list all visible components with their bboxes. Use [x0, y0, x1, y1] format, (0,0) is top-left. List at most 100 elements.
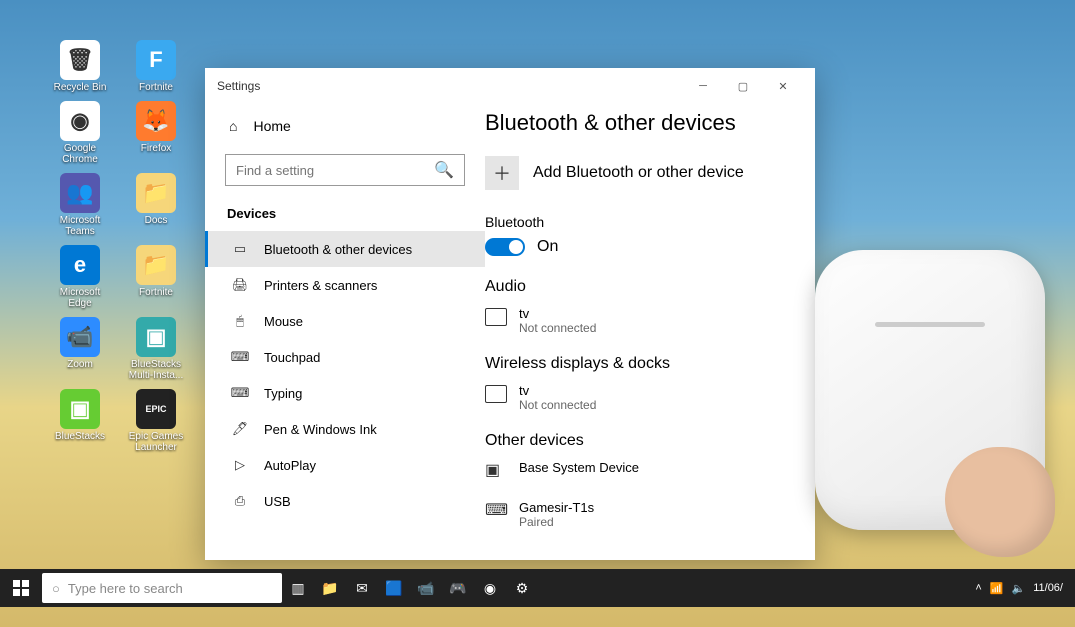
icon-label: Epic Games Launcher — [126, 431, 186, 453]
monitor-icon — [485, 308, 507, 326]
nav-label: Pen & Windows Ink — [264, 422, 377, 437]
device-name: tv — [519, 306, 596, 321]
audio-device-row[interactable]: tv Not connected — [485, 306, 805, 335]
app-icon: ▣ — [136, 317, 176, 357]
bluetooth-heading: Bluetooth — [485, 214, 805, 230]
taskbar-app-icon[interactable]: ✉ — [346, 569, 378, 607]
icon-label: Fortnite — [139, 82, 173, 93]
icon-label: BlueStacks — [55, 431, 105, 442]
nav-item-autoplay[interactable]: ▷AutoPlay — [205, 447, 485, 483]
taskbar-app-icon[interactable]: 📁 — [314, 569, 346, 607]
nav-icon: ▷ — [232, 457, 248, 473]
device-icon: ⌨ — [485, 500, 507, 520]
nav-icon: 🖱 — [232, 313, 248, 329]
icon-label: BlueStacks Multi-Insta... — [126, 359, 186, 381]
app-icon: 👥 — [60, 173, 100, 213]
add-device-button[interactable]: ＋ Add Bluetooth or other device — [485, 156, 805, 190]
app-icon: 🦊 — [136, 101, 176, 141]
desktop-icon[interactable]: 🦊Firefox — [126, 101, 186, 165]
nav-item-typing[interactable]: ⌨ Typing — [205, 375, 485, 411]
device-name: tv — [519, 383, 596, 398]
taskbar-app-icon[interactable]: 🎮 — [442, 569, 474, 607]
nav-icon: ▭ — [232, 241, 248, 257]
wifi-icon[interactable]: 📶 — [990, 582, 1004, 595]
nav-label: Printers & scanners — [264, 278, 377, 293]
device-status: Paired — [519, 515, 594, 529]
icon-label: Zoom — [67, 359, 93, 370]
settings-search[interactable]: 🔍 — [225, 154, 465, 186]
app-icon: 📁 — [136, 173, 176, 213]
bluetooth-toggle[interactable] — [485, 238, 525, 256]
device-status: Not connected — [519, 398, 596, 412]
nav-icon: 🖊 — [232, 421, 248, 437]
icon-label: Recycle Bin — [54, 82, 107, 93]
desktop-icon[interactable]: EPICEpic Games Launcher — [126, 389, 186, 453]
nav-section-title: Devices — [205, 198, 485, 231]
task-view-button[interactable]: ▥ — [282, 569, 314, 607]
desktop-icon[interactable]: 📁 Docs — [126, 173, 186, 237]
wireless-device-row[interactable]: tv Not connected — [485, 383, 805, 412]
app-icon: F — [136, 40, 176, 80]
other-device-row[interactable]: ⌨Gamesir-T1sPaired — [485, 500, 805, 529]
titlebar[interactable]: Settings ─ ▢ ✕ — [205, 68, 815, 104]
window-title: Settings — [217, 79, 260, 93]
system-tray[interactable]: ˄ 📶 🔈 11/06/ — [963, 582, 1075, 595]
audio-heading: Audio — [485, 278, 805, 296]
close-button[interactable]: ✕ — [763, 72, 803, 100]
home-icon: ⌂ — [229, 118, 237, 134]
icon-label: Docs — [145, 215, 168, 226]
home-link[interactable]: ⌂ Home — [205, 110, 485, 150]
maximize-button[interactable]: ▢ — [723, 72, 763, 100]
nav-label: Touchpad — [264, 350, 320, 365]
taskbar: ○ Type here to search ▥ 📁 ✉ 🟦 📹 🎮 ◉ ⚙ ˄ … — [0, 569, 1075, 607]
settings-window: Settings ─ ▢ ✕ ⌂ Home 🔍 Devices ▭Bluetoo… — [205, 68, 815, 560]
thumb — [945, 447, 1055, 557]
taskbar-app-icon[interactable]: 🟦 — [378, 569, 410, 607]
app-icon: ▣ — [60, 389, 100, 429]
icon-label: Microsoft Teams — [50, 215, 110, 237]
start-button[interactable] — [0, 569, 42, 607]
desktop-icon[interactable]: eMicrosoft Edge — [50, 245, 110, 309]
desktop-icon[interactable]: F Fortnite — [126, 40, 186, 93]
app-icon: 📁 — [136, 245, 176, 285]
tray-date[interactable]: 11/06/ — [1033, 582, 1063, 594]
desktop-icon[interactable]: ▣ BlueStacks — [50, 389, 110, 453]
taskbar-settings-icon[interactable]: ⚙ — [506, 569, 538, 607]
nav-item-usb[interactable]: ⎙USB — [205, 483, 485, 519]
nav-icon: ⌨ — [232, 349, 248, 365]
device-name: Base System Device — [519, 460, 639, 475]
nav-item-bluetooth-other-devices[interactable]: ▭Bluetooth & other devices — [205, 231, 485, 267]
taskbar-search-placeholder: Type here to search — [68, 581, 183, 596]
desktop-icon[interactable]: 👥Microsoft Teams — [50, 173, 110, 237]
nav-label: Typing — [264, 386, 302, 401]
monitor-icon — [485, 385, 507, 403]
nav-icon: ⎙ — [232, 493, 248, 509]
desktop-icon[interactable]: 📹Zoom — [50, 317, 110, 381]
app-icon: EPIC — [136, 389, 176, 429]
icon-label: Google Chrome — [50, 143, 110, 165]
taskbar-search[interactable]: ○ Type here to search — [42, 573, 282, 603]
desktop-icon[interactable]: 📁 Fortnite — [126, 245, 186, 309]
volume-icon[interactable]: 🔈 — [1012, 582, 1026, 595]
nav-item-mouse[interactable]: 🖱 Mouse — [205, 303, 485, 339]
settings-nav: ⌂ Home 🔍 Devices ▭Bluetooth & other devi… — [205, 104, 485, 560]
taskbar-chrome-icon[interactable]: ◉ — [474, 569, 506, 607]
app-icon: ◉ — [60, 101, 100, 141]
desktop-icon[interactable]: ◉Google Chrome — [50, 101, 110, 165]
nav-item-pen-windows-ink[interactable]: 🖊 Pen & Windows Ink — [205, 411, 485, 447]
icon-label: Fortnite — [139, 287, 173, 298]
bluetooth-state: On — [537, 238, 558, 256]
wireless-heading: Wireless displays & docks — [485, 355, 805, 373]
nav-label: Mouse — [264, 314, 303, 329]
desktop-icon[interactable]: 🗑Recycle Bin — [50, 40, 110, 93]
other-device-row[interactable]: ▣Base System Device — [485, 460, 805, 480]
minimize-button[interactable]: ─ — [683, 72, 723, 100]
nav-icon: 🖨 — [232, 277, 248, 293]
search-input[interactable] — [236, 163, 434, 178]
desktop-icon[interactable]: ▣BlueStacks Multi-Insta... — [126, 317, 186, 381]
nav-icon: ⌨ — [232, 385, 248, 401]
nav-item-printers-scanners[interactable]: 🖨 Printers & scanners — [205, 267, 485, 303]
tray-chevron-icon[interactable]: ˄ — [975, 582, 981, 594]
taskbar-app-icon[interactable]: 📹 — [410, 569, 442, 607]
nav-item-touchpad[interactable]: ⌨ Touchpad — [205, 339, 485, 375]
